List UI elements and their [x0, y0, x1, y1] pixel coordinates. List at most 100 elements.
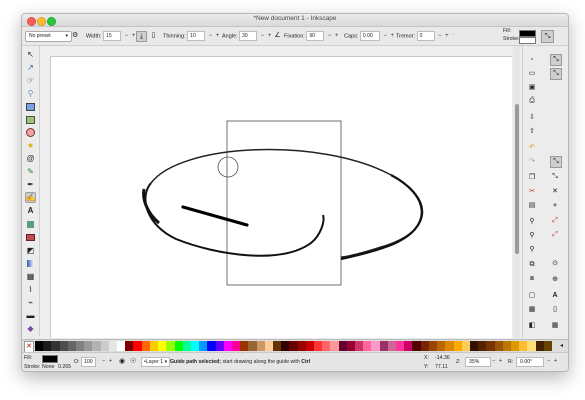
vertical-scrollbar-thumb[interactable] [515, 104, 519, 254]
zoom-page-icon[interactable]: ⚲ [527, 244, 537, 254]
palette-swatch[interactable] [387, 341, 397, 351]
angle-input[interactable]: 30 [239, 31, 258, 41]
bucket-tool-icon[interactable]: ◩ [25, 245, 36, 256]
fixation-input[interactable]: 90 [306, 31, 325, 41]
snap-page-border-icon[interactable]: ▯ [550, 304, 560, 314]
width-increment-button[interactable]: + [132, 31, 136, 41]
status-stroke-width[interactable]: 0.265 [58, 364, 71, 370]
palette-swatch[interactable] [190, 341, 200, 351]
fixation-increment-button[interactable]: + [335, 31, 339, 41]
export-icon[interactable]: ⇧ [527, 126, 537, 136]
spiral-tool-icon[interactable]: @ [25, 153, 36, 164]
pen-tool-icon[interactable]: ✒ [25, 179, 36, 190]
zoom-drawing-icon[interactable]: ⚲ [527, 230, 537, 240]
duplicate-icon[interactable]: ⧉ [527, 260, 537, 270]
thinning-decrement-button[interactable]: − [209, 31, 213, 41]
text-tool-icon[interactable]: A [25, 205, 36, 216]
connector-tool-icon[interactable]: ⌁ [25, 297, 36, 308]
width-input[interactable]: 15 [103, 31, 122, 41]
trace-background-icon[interactable]: ▯ [149, 31, 158, 40]
snap-paths-icon[interactable]: ⤡ [550, 172, 560, 182]
opacity-input[interactable]: 100 [81, 357, 96, 367]
snap-enable-icon[interactable]: ⤡ [550, 54, 562, 66]
opacity-decrement-button[interactable]: − [102, 358, 105, 364]
status-stroke-value[interactable]: None [42, 364, 54, 370]
pencil-tool-icon[interactable]: ✎ [25, 166, 36, 177]
palette-swatch[interactable] [543, 341, 553, 351]
undo-icon[interactable]: ↶ [527, 142, 537, 152]
pressure-toggle-icon[interactable]: ⤓ [136, 31, 147, 42]
palette-swatch[interactable] [108, 341, 118, 351]
rotation-decrement-button[interactable]: − [547, 358, 550, 364]
paste-icon[interactable]: ▤ [527, 200, 537, 210]
ellipse-tool-icon[interactable] [25, 127, 36, 138]
node-tool-icon[interactable]: ↗ [25, 62, 36, 73]
opacity-increment-button[interactable]: + [109, 358, 112, 364]
dropper-tool-icon[interactable]: ⌇ [25, 284, 36, 295]
drawing-canvas[interactable] [51, 57, 512, 338]
rotation-increment-button[interactable]: + [554, 358, 557, 364]
palette-swatch[interactable] [149, 341, 159, 351]
tweak-tool-icon[interactable]: ☞ [25, 75, 36, 86]
snap-grid-icon[interactable]: ▦ [550, 320, 560, 330]
selector-tool-icon[interactable]: ↖ [25, 49, 36, 60]
save-document-icon[interactable]: ▣ [527, 82, 537, 92]
palette-swatch[interactable] [510, 341, 520, 351]
angle-decrement-button[interactable]: − [261, 31, 265, 41]
tremor-decrement-button[interactable]: − [438, 31, 442, 41]
zoom-tool-icon[interactable]: ⚲ [25, 88, 36, 99]
snap-bbox-icon[interactable]: ⤡ [550, 68, 562, 80]
copy-icon[interactable]: ❐ [527, 172, 537, 182]
zoom-input[interactable]: 35% [465, 357, 491, 367]
snap-cusp-icon[interactable]: ⋄ [550, 200, 560, 210]
ungroup-icon[interactable]: ▦ [527, 304, 537, 314]
redo-icon[interactable]: ↷ [527, 156, 537, 166]
palette-swatch[interactable] [272, 341, 282, 351]
width-decrement-button[interactable]: − [125, 31, 129, 41]
palette-menu-icon[interactable]: ◂ [560, 342, 566, 350]
snap-midpoints-icon[interactable]: ⤢ [550, 230, 560, 240]
toggle-visibility-icon[interactable]: ◉ [119, 357, 125, 365]
preset-settings-icon[interactable]: ⚙ [72, 31, 81, 40]
status-fill-swatch[interactable] [42, 355, 58, 363]
toolbar-stroke-swatch[interactable] [519, 37, 536, 44]
palette-swatch[interactable] [231, 341, 241, 351]
caps-increment-button[interactable]: + [390, 31, 394, 41]
palette-swatch[interactable] [428, 341, 438, 351]
snap-centers-icon[interactable]: ⊙ [550, 258, 560, 268]
calligraphy-tool-icon[interactable]: ✍ [25, 192, 36, 203]
snap-toggle-icon[interactable]: ⤡ [541, 30, 554, 43]
palette-swatch[interactable] [469, 341, 479, 351]
caps-input[interactable]: 0.00 [359, 31, 380, 41]
vertical-ruler[interactable] [40, 56, 51, 338]
snap-smooth-icon[interactable]: ⤢ [550, 216, 560, 226]
gradient-tool-icon[interactable] [25, 258, 36, 269]
palette-swatch[interactable] [305, 341, 315, 351]
group-icon[interactable]: ▢ [527, 290, 537, 300]
measure-tool-icon[interactable]: ▬ [25, 310, 36, 321]
layer-selector[interactable]: •Layer 1 ▾ [141, 357, 171, 367]
fixation-decrement-button[interactable]: − [328, 31, 332, 41]
horizontal-ruler[interactable] [40, 46, 512, 57]
open-document-icon[interactable]: ▭ [527, 68, 537, 78]
print-icon[interactable]: ⎙ [527, 96, 537, 106]
spray-tool-icon[interactable] [25, 219, 36, 230]
clone-icon[interactable]: ⧈ [527, 274, 537, 284]
thinning-input[interactable]: 10 [187, 31, 206, 41]
angle-increment-button[interactable]: + [268, 31, 272, 41]
snap-text-baseline-icon[interactable]: A [550, 290, 560, 300]
star-tool-icon[interactable]: ★ [25, 140, 36, 151]
import-icon[interactable]: ⇩ [527, 112, 537, 122]
snap-rotation-center-icon[interactable]: ⊕ [550, 274, 560, 284]
palette-swatch[interactable] [67, 341, 77, 351]
lpe-tool-icon[interactable]: ◆ [25, 323, 36, 334]
snap-intersections-icon[interactable]: ✕ [550, 186, 560, 196]
box3d-tool-icon[interactable] [25, 114, 36, 125]
eraser-tool-icon[interactable] [25, 232, 36, 243]
rectangle-tool-icon[interactable] [25, 101, 36, 112]
zoom-decrement-button[interactable]: − [492, 358, 495, 364]
tremor-increment-button[interactable]: + [445, 31, 449, 41]
fill-stroke-dialog-icon[interactable]: ◧ [527, 320, 537, 330]
thinning-increment-button[interactable]: + [216, 31, 220, 41]
zoom-selection-icon[interactable]: ⚲ [527, 216, 537, 226]
